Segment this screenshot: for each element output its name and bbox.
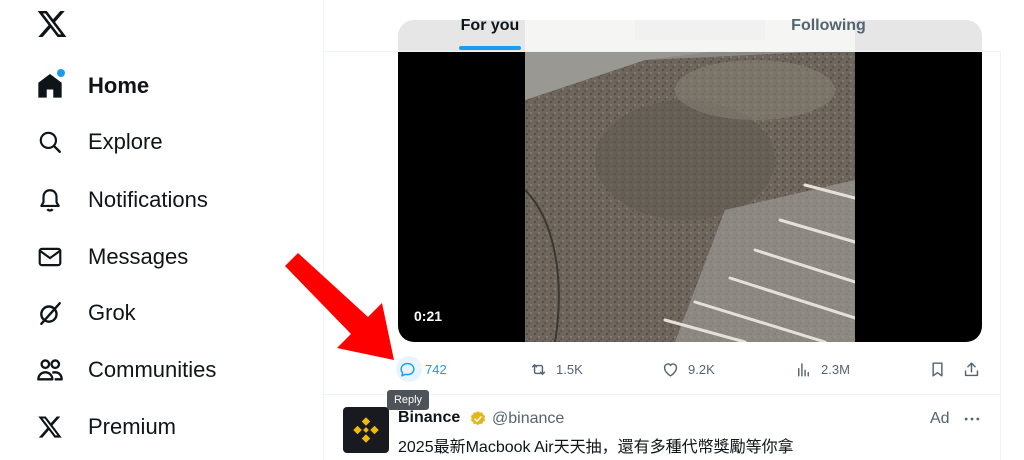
reply-button[interactable]: 742 <box>396 352 447 386</box>
analytics-icon <box>798 362 809 377</box>
active-tab-indicator <box>459 46 521 50</box>
sidebar-item-notifications[interactable]: Notifications <box>36 180 208 220</box>
reply-count: 742 <box>425 361 447 377</box>
sidebar-item-label: Messages <box>88 244 189 269</box>
sidebar-item-premium[interactable]: Premium <box>36 407 176 447</box>
envelope-icon <box>36 243 64 271</box>
more-icon <box>964 417 980 421</box>
views-button[interactable]: 2.3M <box>794 352 850 386</box>
tab-label: For you <box>460 17 520 34</box>
more-options-button[interactable] <box>960 409 984 429</box>
account-name[interactable]: Binance <box>398 409 460 427</box>
notification-dot <box>57 69 65 77</box>
sidebar-item-home[interactable]: Home <box>36 66 149 106</box>
tab-for-you[interactable]: For you <box>324 0 656 52</box>
repost-button[interactable]: 1.5K <box>529 352 583 386</box>
sidebar-item-label: Notifications <box>88 187 208 212</box>
video-frame <box>525 20 855 342</box>
share-button[interactable] <box>962 352 981 386</box>
repost-icon <box>531 363 546 375</box>
account-handle[interactable]: @binance <box>492 410 564 428</box>
verified-badge-icon <box>469 410 487 428</box>
bookmark-icon <box>932 361 943 377</box>
like-button[interactable]: 9.2K <box>661 352 715 386</box>
sidebar-item-label: Premium <box>88 414 177 439</box>
tab-label: Following <box>791 17 866 34</box>
sidebar-item-messages[interactable]: Messages <box>36 237 188 277</box>
annotation-arrow-icon <box>285 253 394 360</box>
video-player[interactable]: 0:21 <box>398 20 982 342</box>
tab-following[interactable]: Following <box>656 0 1001 52</box>
grok-icon <box>36 299 64 327</box>
sidebar-item-explore[interactable]: Explore <box>36 122 163 162</box>
sidebar: Home Explore Notifications Messages Grok… <box>0 0 323 460</box>
bookmark-button[interactable] <box>928 352 947 386</box>
sidebar-item-label: Communities <box>88 357 217 382</box>
video-timestamp: 0:21 <box>414 308 443 324</box>
x-logo-icon <box>36 413 64 441</box>
repost-count: 1.5K <box>556 361 583 377</box>
like-count: 9.2K <box>688 361 715 377</box>
post-actions: 742 1.5K 9.2K 2.3M <box>396 352 982 386</box>
sidebar-item-label: Grok <box>88 300 136 325</box>
home-icon <box>36 69 65 100</box>
search-icon <box>36 128 64 156</box>
timeline-tabs: For you Following <box>324 0 1001 52</box>
post-text: 2025最新Macbook Air天天抽，還有多種代幣獎勵等你拿 <box>398 439 794 456</box>
avatar[interactable] <box>343 407 389 453</box>
sidebar-item-label: Home <box>88 73 150 98</box>
reply-tooltip: Reply <box>387 390 429 410</box>
share-icon <box>964 361 979 376</box>
binance-logo-icon <box>353 417 379 443</box>
sidebar-item-communities[interactable]: Communities <box>36 350 216 390</box>
ad-label: Ad <box>930 410 950 427</box>
views-count: 2.3M <box>821 361 850 377</box>
sidebar-item-label: Explore <box>88 129 163 154</box>
sidebar-item-grok[interactable]: Grok <box>36 293 136 333</box>
x-logo-icon[interactable] <box>36 8 68 40</box>
heart-icon <box>663 362 678 377</box>
bell-icon <box>36 186 64 214</box>
people-icon <box>36 356 64 384</box>
